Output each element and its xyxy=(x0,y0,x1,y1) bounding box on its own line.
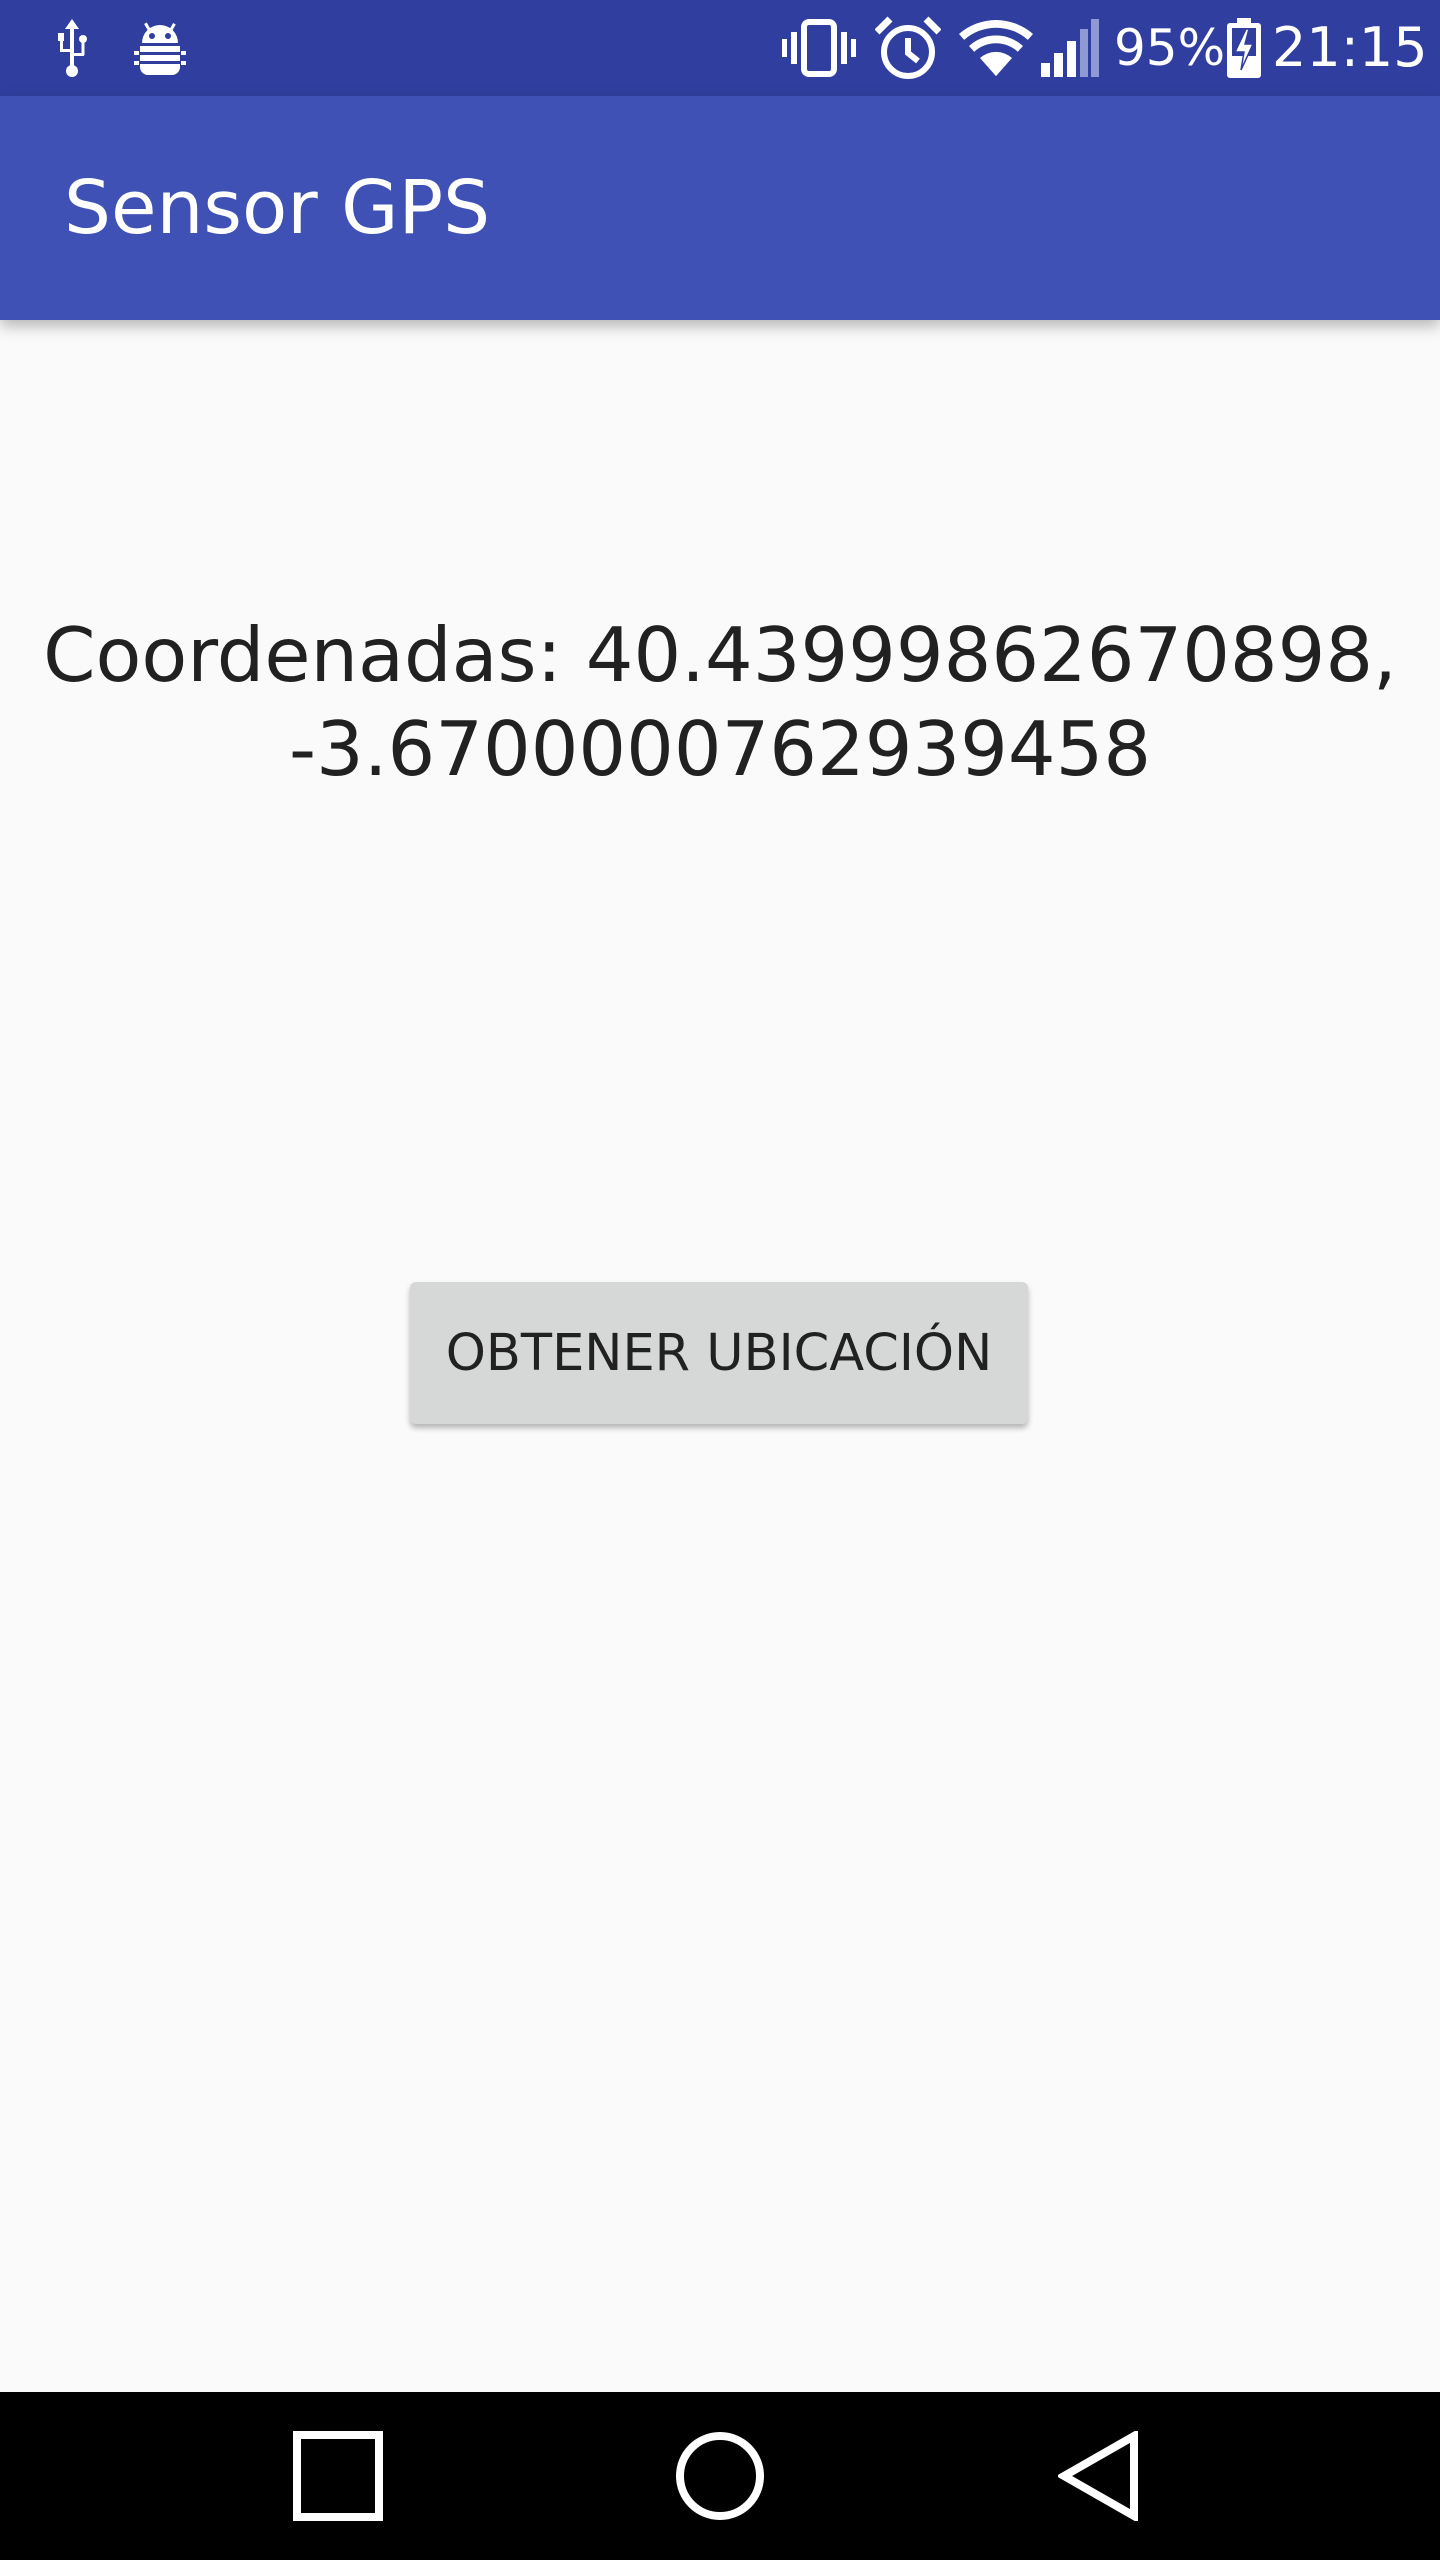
get-location-button[interactable]: OBTENER UBICACIÓN xyxy=(410,1282,1028,1424)
recents-button[interactable] xyxy=(238,2392,438,2560)
status-bar: 95% 21:15 xyxy=(0,0,1440,96)
home-button[interactable] xyxy=(620,2392,820,2560)
android-debug-icon xyxy=(134,0,186,96)
cell-signal-icon xyxy=(1040,0,1100,96)
app-bar: Sensor GPS xyxy=(0,96,1440,320)
wifi-icon xyxy=(958,0,1034,96)
battery-charging-icon xyxy=(1226,0,1262,96)
back-triangle-icon xyxy=(1058,2431,1138,2521)
home-circle-icon xyxy=(676,2432,764,2520)
app-title: Sensor GPS xyxy=(64,165,491,251)
navigation-bar xyxy=(0,2392,1440,2560)
vibrate-icon xyxy=(782,0,856,96)
coordinates-text: Coordenadas: 40.43999862670898, -3.67000… xyxy=(43,611,1397,793)
battery-percent: 95% xyxy=(1114,19,1226,77)
alarm-icon xyxy=(874,0,942,96)
recents-square-icon xyxy=(293,2431,383,2521)
status-time: 21:15 xyxy=(1272,16,1428,79)
usb-icon xyxy=(52,0,92,96)
back-button[interactable] xyxy=(1000,2392,1200,2560)
main-content: Coordenadas: 40.43999862670898, -3.67000… xyxy=(0,320,1440,2392)
